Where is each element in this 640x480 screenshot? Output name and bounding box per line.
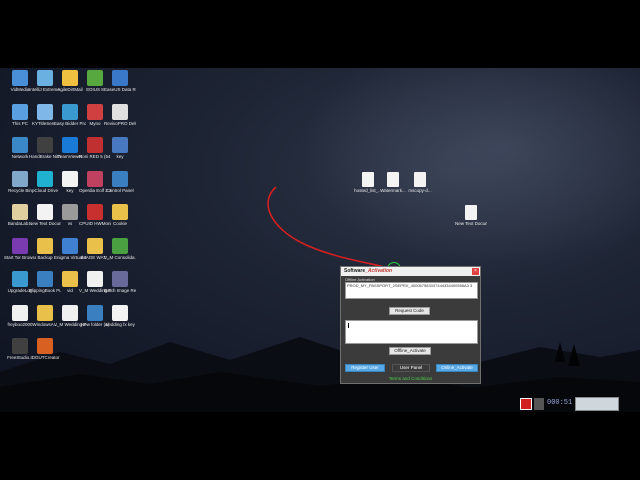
document-icon: [414, 172, 426, 187]
app-icon: [112, 170, 128, 187]
app-icon: [37, 271, 53, 287]
desktop-icon[interactable]: Batch Image Resizer: [104, 271, 136, 293]
request-code-button[interactable]: Request Code: [389, 307, 430, 315]
app-icon: [62, 137, 78, 153]
desktop-file-icon[interactable]: New Text Docume...: [455, 205, 487, 226]
app-icon: [12, 271, 28, 287]
app-icon: [87, 170, 103, 187]
app-icon: [12, 204, 28, 220]
online-activate-button[interactable]: Online_Activate: [436, 364, 478, 372]
app-icon: [12, 70, 28, 86]
app-icon: [37, 237, 53, 254]
app-icon: [87, 237, 103, 254]
terms-and-conditions-link[interactable]: Terms and Conditions: [341, 376, 480, 381]
dialog-titlebar[interactable]: Software_Activation ×: [341, 267, 480, 276]
desktop-file-label: mscopy-d...: [408, 188, 432, 193]
app-icon: [112, 271, 128, 287]
app-icon: [112, 103, 128, 120]
desktop-icon-label: EaseUS Data Recovery ...: [104, 87, 136, 92]
desktop-icon[interactable]: wedding fx key: [104, 304, 136, 327]
desktop-icon[interactable]: Control Panel: [104, 170, 136, 193]
product-code-field[interactable]: PROD_MY_PASSPORT_2SEPRX_4000575833374443…: [345, 282, 478, 299]
app-icon: [12, 103, 28, 120]
close-button[interactable]: ×: [472, 268, 479, 275]
app-icon: [12, 137, 28, 153]
app-icon: [62, 170, 78, 187]
app-icon: [37, 304, 53, 321]
app-icon: [112, 137, 128, 153]
app-icon: [12, 304, 28, 321]
app-icon: [112, 70, 128, 86]
app-icon: [112, 237, 128, 254]
app-icon: [62, 271, 78, 287]
desktop-icon[interactable]: IDGUTCreator: [29, 338, 61, 360]
desktop-icon[interactable]: V_M Consolida...: [104, 237, 136, 260]
register-user-button[interactable]: Register User: [345, 364, 385, 372]
app-icon: [37, 103, 53, 120]
document-icon: [465, 205, 477, 220]
app-icon: [87, 137, 103, 153]
app-icon: [87, 70, 103, 86]
user-panel-button[interactable]: User Panel: [392, 364, 430, 372]
desktop-icon-label: wedding fx key: [105, 321, 135, 327]
desktop-icon-label: Control Panel: [106, 187, 134, 193]
desktop-icon[interactable]: key: [104, 137, 136, 159]
desktop-icon-label: Batch Image Resizer: [104, 288, 136, 293]
recorder-panel-icon[interactable]: [534, 398, 544, 410]
app-icon: [62, 204, 78, 220]
app-icon: [12, 170, 28, 187]
dialog-title: Software_Activation: [344, 268, 393, 274]
app-icon: [62, 103, 78, 120]
app-icon: [87, 204, 103, 220]
app-icon: [37, 338, 53, 354]
app-icon: [12, 338, 28, 354]
recording-time: 000:51: [547, 399, 573, 407]
app-icon: [37, 204, 53, 220]
app-icon: [37, 137, 53, 153]
recorder-widget: 000:51: [520, 396, 620, 412]
app-icon: [87, 103, 103, 120]
app-icon: [62, 304, 78, 321]
software-activation-dialog: Software_Activation × Offline Activation…: [340, 266, 481, 384]
app-icon: [87, 271, 103, 287]
desktop-icon-label: IDGUTCreator: [30, 355, 60, 360]
app-icon: [37, 170, 53, 187]
desktop-icon[interactable]: RevivoPRO Deluxe: [104, 103, 136, 126]
app-icon: [12, 237, 28, 254]
desktop-icon[interactable]: Cookie: [104, 204, 136, 226]
app-icon: [87, 304, 103, 321]
desktop-icon[interactable]: EaseUS Data Recovery ...: [104, 70, 136, 92]
app-icon: [112, 204, 128, 220]
desktop-icon-label: V_M Consolida...: [104, 254, 136, 260]
desktop-file-icon[interactable]: mscopy-d...: [404, 172, 436, 193]
app-icon: [112, 304, 128, 321]
activation-key-input[interactable]: [345, 320, 478, 344]
text-caret: [348, 323, 349, 328]
app-icon: [37, 70, 53, 86]
document-icon: [387, 172, 399, 187]
desktop-icon-label: RevivoPRO Deluxe: [104, 120, 136, 126]
desktop-icon-label: key: [116, 154, 124, 159]
offline-activate-button[interactable]: Offline_Activate: [389, 347, 431, 355]
recorder-toolbar[interactable]: [575, 397, 619, 411]
app-icon: [62, 237, 78, 254]
document-icon: [362, 172, 374, 187]
red-drawn-arrow: [267, 186, 393, 270]
record-stop-icon[interactable]: [520, 398, 532, 410]
app-icon: [62, 70, 78, 86]
desktop-icon-label: Cookie: [112, 221, 127, 226]
desktop-file-label: New Text Docume...: [455, 221, 487, 226]
